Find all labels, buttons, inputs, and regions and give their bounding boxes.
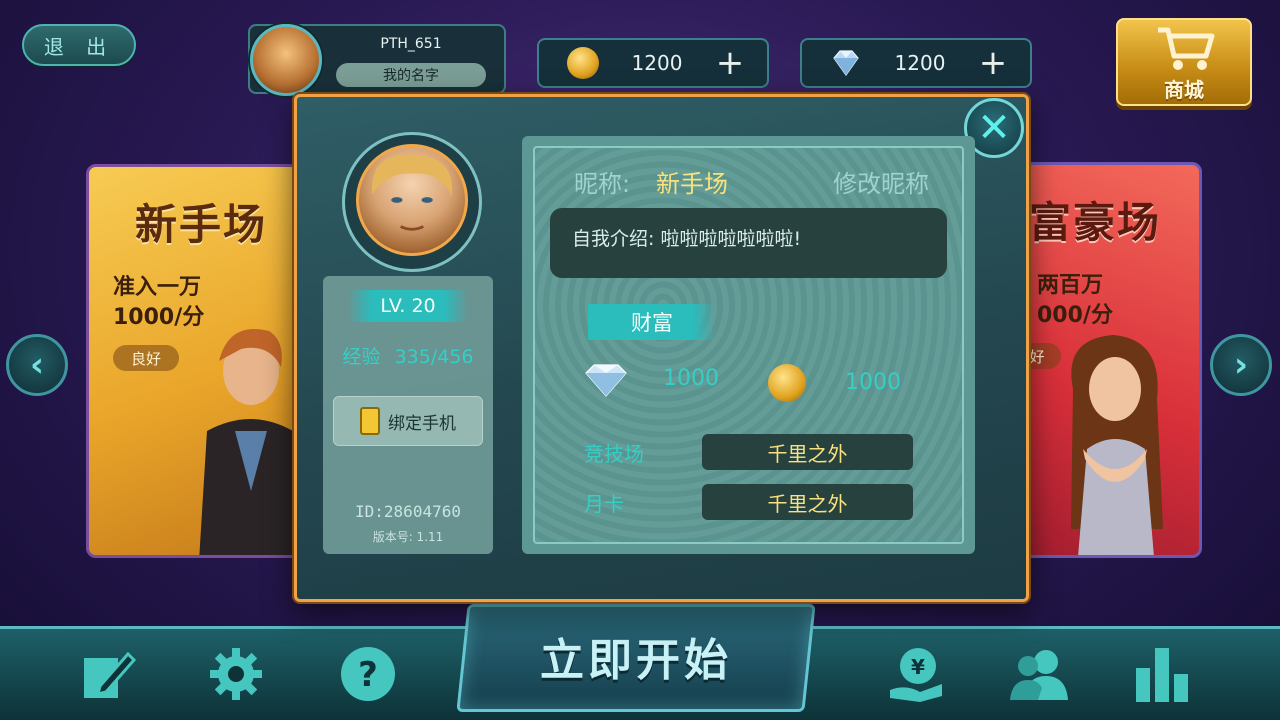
diamond-value: 1000 — [663, 366, 719, 391]
add-coins-button[interactable]: + — [715, 46, 745, 80]
phone-icon — [360, 407, 380, 435]
room-title: 新手场 — [135, 200, 268, 249]
profile-name: PTH_651 — [380, 36, 442, 52]
prev-room-button[interactable]: ‹ — [6, 334, 68, 396]
arena-value: 千里之外 — [702, 434, 913, 470]
experience-value: 335/456 — [394, 346, 474, 368]
rank-icon[interactable] — [1130, 642, 1194, 706]
level-badge: LV. 20 — [348, 290, 468, 322]
diamond-icon — [833, 50, 859, 77]
room-card-beginner[interactable]: 新手场 准入一万 1000/分 良好 — [86, 164, 326, 558]
nickname-value: 新手场 — [656, 170, 728, 198]
monthcard-label: 月卡 — [584, 492, 624, 516]
monthcard-value: 千里之外 — [702, 484, 913, 520]
friends-icon[interactable] — [1008, 642, 1072, 706]
edit-nickname-button[interactable]: 修改昵称 — [833, 164, 929, 199]
diamond-balance: 1200 + — [800, 38, 1032, 88]
svg-text:?: ? — [358, 655, 378, 695]
money-icon[interactable]: ¥ — [884, 642, 948, 706]
edit-icon[interactable] — [76, 642, 140, 706]
add-diamonds-button[interactable]: + — [978, 46, 1008, 80]
start-label: 立即开始 — [540, 635, 732, 686]
profile-avatar[interactable] — [250, 24, 322, 96]
coin-icon — [567, 47, 599, 79]
next-room-button[interactable]: › — [1210, 334, 1272, 396]
room-status-badge: 良好 — [113, 345, 179, 371]
character-male — [199, 329, 305, 555]
version-text: 版本号: 1.11 — [372, 530, 444, 544]
gear-icon[interactable] — [204, 642, 268, 706]
avatar[interactable] — [356, 144, 468, 256]
room-title: 富豪场 — [1029, 198, 1162, 247]
nickname-label: 昵称: — [574, 170, 631, 198]
bind-phone-label: 绑定手机 — [388, 413, 456, 434]
help-icon[interactable]: ? — [336, 642, 400, 706]
room-rate: 000/分 — [1037, 303, 1113, 328]
character-female — [1071, 335, 1163, 555]
cart-icon — [1158, 27, 1215, 70]
diamond-icon — [585, 364, 627, 397]
shop-label: 商城 — [1164, 78, 1204, 102]
coin-balance: 1200 + — [537, 38, 769, 88]
room-entry: 两百万 — [1037, 273, 1104, 298]
diamond-amount: 1200 — [894, 51, 946, 75]
experience-row: 经验 335/456 — [323, 342, 493, 369]
bind-phone-button[interactable]: 绑定手机 — [333, 396, 483, 446]
wealth-badge: 财富 — [588, 304, 716, 340]
user-id: ID:28604760 — [355, 502, 461, 521]
exit-button[interactable]: 退 出 — [22, 24, 136, 66]
room-entry: 准入一万 — [113, 275, 202, 300]
self-intro-box[interactable]: 自我介绍: 啦啦啦啦啦啦啦! — [550, 208, 947, 278]
coin-icon — [768, 364, 806, 402]
profile-tag: 我的名字 — [336, 63, 486, 87]
coin-value: 1000 — [845, 370, 901, 395]
svg-text:¥: ¥ — [911, 655, 925, 679]
arena-label: 竞技场 — [584, 442, 644, 466]
coin-amount: 1200 — [631, 51, 683, 75]
experience-label: 经验 — [342, 346, 381, 368]
